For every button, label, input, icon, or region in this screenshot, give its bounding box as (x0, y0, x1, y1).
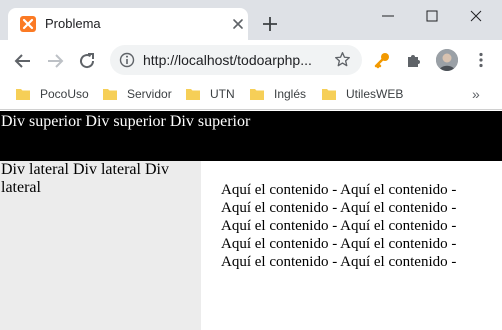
reload-icon[interactable] (78, 52, 96, 70)
folder-icon (103, 89, 117, 100)
maximize-icon[interactable] (422, 6, 442, 26)
folder-icon (186, 89, 200, 100)
address-bar[interactable]: http://localhost/todoarphp... (110, 45, 362, 75)
tab-close-icon[interactable] (231, 17, 245, 31)
contenido-line: Aquí el contenido - Aquí el contenido - (221, 236, 457, 252)
div-contenido: Aquí el contenido - Aquí el contenido - … (201, 161, 502, 330)
contenido-line: Aquí el contenido - Aquí el contenido - (221, 254, 457, 270)
extension-key-icon[interactable] (373, 51, 391, 69)
contenido-line: Aquí el contenido - Aquí el contenido - (221, 200, 457, 216)
bookmark-label: Servidor (127, 87, 172, 101)
contenido-line: Aquí el contenido - Aquí el contenido - (221, 182, 457, 198)
folder-icon (322, 89, 336, 100)
browser-titlebar: Problema (0, 0, 502, 40)
bookmark-label: PocoUso (40, 87, 89, 101)
browser-toolbar: http://localhost/todoarphp... (0, 40, 502, 80)
extensions-puzzle-icon[interactable] (405, 51, 423, 69)
site-info-icon[interactable] (119, 52, 135, 68)
div-lateral: Div lateral Div lateral Div lateral (0, 161, 201, 330)
browser-tab[interactable]: Problema (8, 8, 248, 40)
close-window-icon[interactable] (466, 6, 486, 26)
back-arrow-icon[interactable] (14, 52, 32, 70)
bookmark-star-icon[interactable] (334, 51, 351, 68)
bookmarks-overflow-chevron-icon[interactable]: » (472, 86, 480, 102)
tab-title: Problema (45, 16, 101, 31)
menu-kebab-icon[interactable] (472, 51, 490, 69)
bookmark-label: UTN (210, 87, 235, 101)
bookmark-label: UtilesWEB (346, 87, 404, 101)
bookmarks-bar: PocoUso Servidor UTN Inglés UtilesWEB » (0, 80, 502, 110)
folder-icon (16, 89, 30, 100)
minimize-icon[interactable] (378, 6, 398, 26)
profile-avatar[interactable] (436, 49, 458, 71)
page-viewport: Div superior Div superior Div superior D… (0, 111, 502, 330)
folder-icon (250, 89, 264, 100)
xampp-favicon-icon (20, 16, 36, 32)
url-text[interactable]: http://localhost/todoarphp... (143, 52, 329, 68)
forward-arrow-icon[interactable] (46, 52, 64, 70)
contenido-line: Aquí el contenido - Aquí el contenido - (221, 218, 457, 234)
new-tab-plus-icon[interactable] (262, 16, 278, 32)
div-superior: Div superior Div superior Div superior (0, 111, 502, 161)
bookmark-label: Inglés (274, 87, 307, 101)
